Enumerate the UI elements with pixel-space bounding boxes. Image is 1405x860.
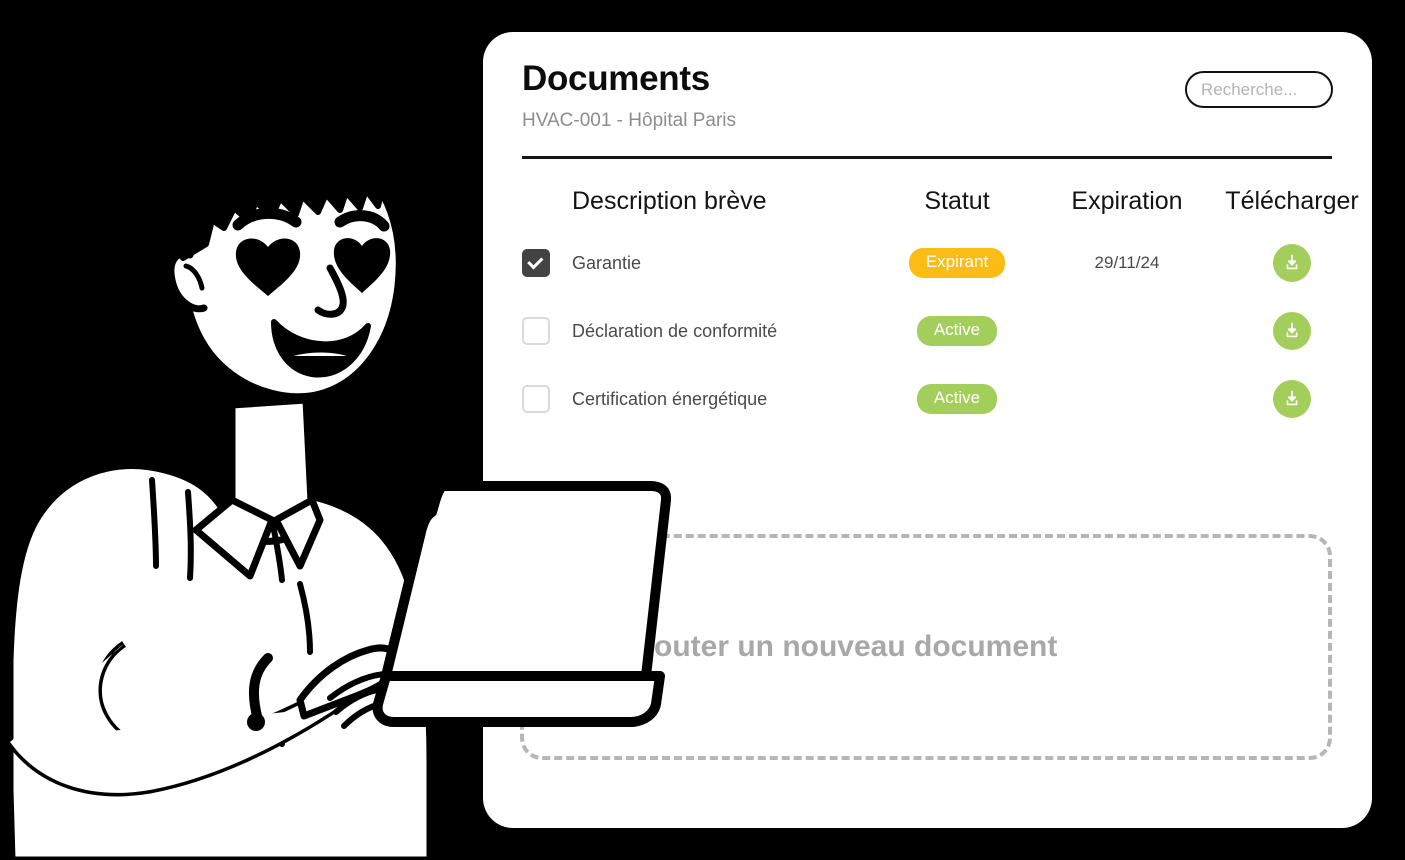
add-document-dropzone[interactable]: Ajouter un nouveau document (520, 534, 1332, 760)
row-checkbox[interactable] (522, 385, 550, 413)
search-input[interactable]: Recherche... (1185, 71, 1333, 108)
status-badge: Active (916, 384, 998, 414)
download-button[interactable] (1273, 312, 1311, 350)
table-header-row: Description brève Statut Expiration Télé… (483, 187, 1372, 229)
page-root: Documents HVAC-001 - Hôpital Paris Reche… (0, 0, 1405, 860)
documents-card: Documents HVAC-001 - Hôpital Paris Reche… (483, 32, 1372, 828)
row-checkbox[interactable] (522, 249, 550, 277)
download-button[interactable] (1273, 244, 1311, 282)
table-row[interactable]: Déclaration de conformité Active (483, 297, 1372, 365)
column-header-telecharger: Télécharger (1225, 187, 1359, 215)
row-checkbox[interactable] (522, 317, 550, 345)
header-divider (522, 156, 1332, 159)
download-icon (1286, 322, 1298, 338)
column-header-expiration: Expiration (1071, 187, 1183, 215)
column-header-description: Description brève (572, 187, 767, 215)
expiration-date: 29/11/24 (1094, 253, 1160, 272)
download-icon (1286, 254, 1298, 270)
table-row[interactable]: Certification énergétique Active (483, 365, 1372, 433)
column-header-statut: Statut (924, 187, 990, 215)
add-document-label: Ajouter un nouveau document (624, 630, 1058, 663)
card-subtitle: HVAC-001 - Hôpital Paris (522, 109, 737, 131)
document-name: Certification énergétique (572, 388, 768, 409)
download-button[interactable] (1273, 380, 1311, 418)
table-row[interactable]: Garantie Expirant 29/11/24 (483, 229, 1372, 297)
search-placeholder: Recherche... (1201, 79, 1298, 99)
document-name: Déclaration de conformité (572, 320, 778, 341)
document-name: Garantie (572, 252, 642, 273)
download-icon (1286, 390, 1298, 406)
status-badge: Active (916, 316, 998, 346)
status-badge: Expirant (908, 248, 1006, 278)
documents-table: Description brève Statut Expiration Télé… (483, 187, 1372, 433)
